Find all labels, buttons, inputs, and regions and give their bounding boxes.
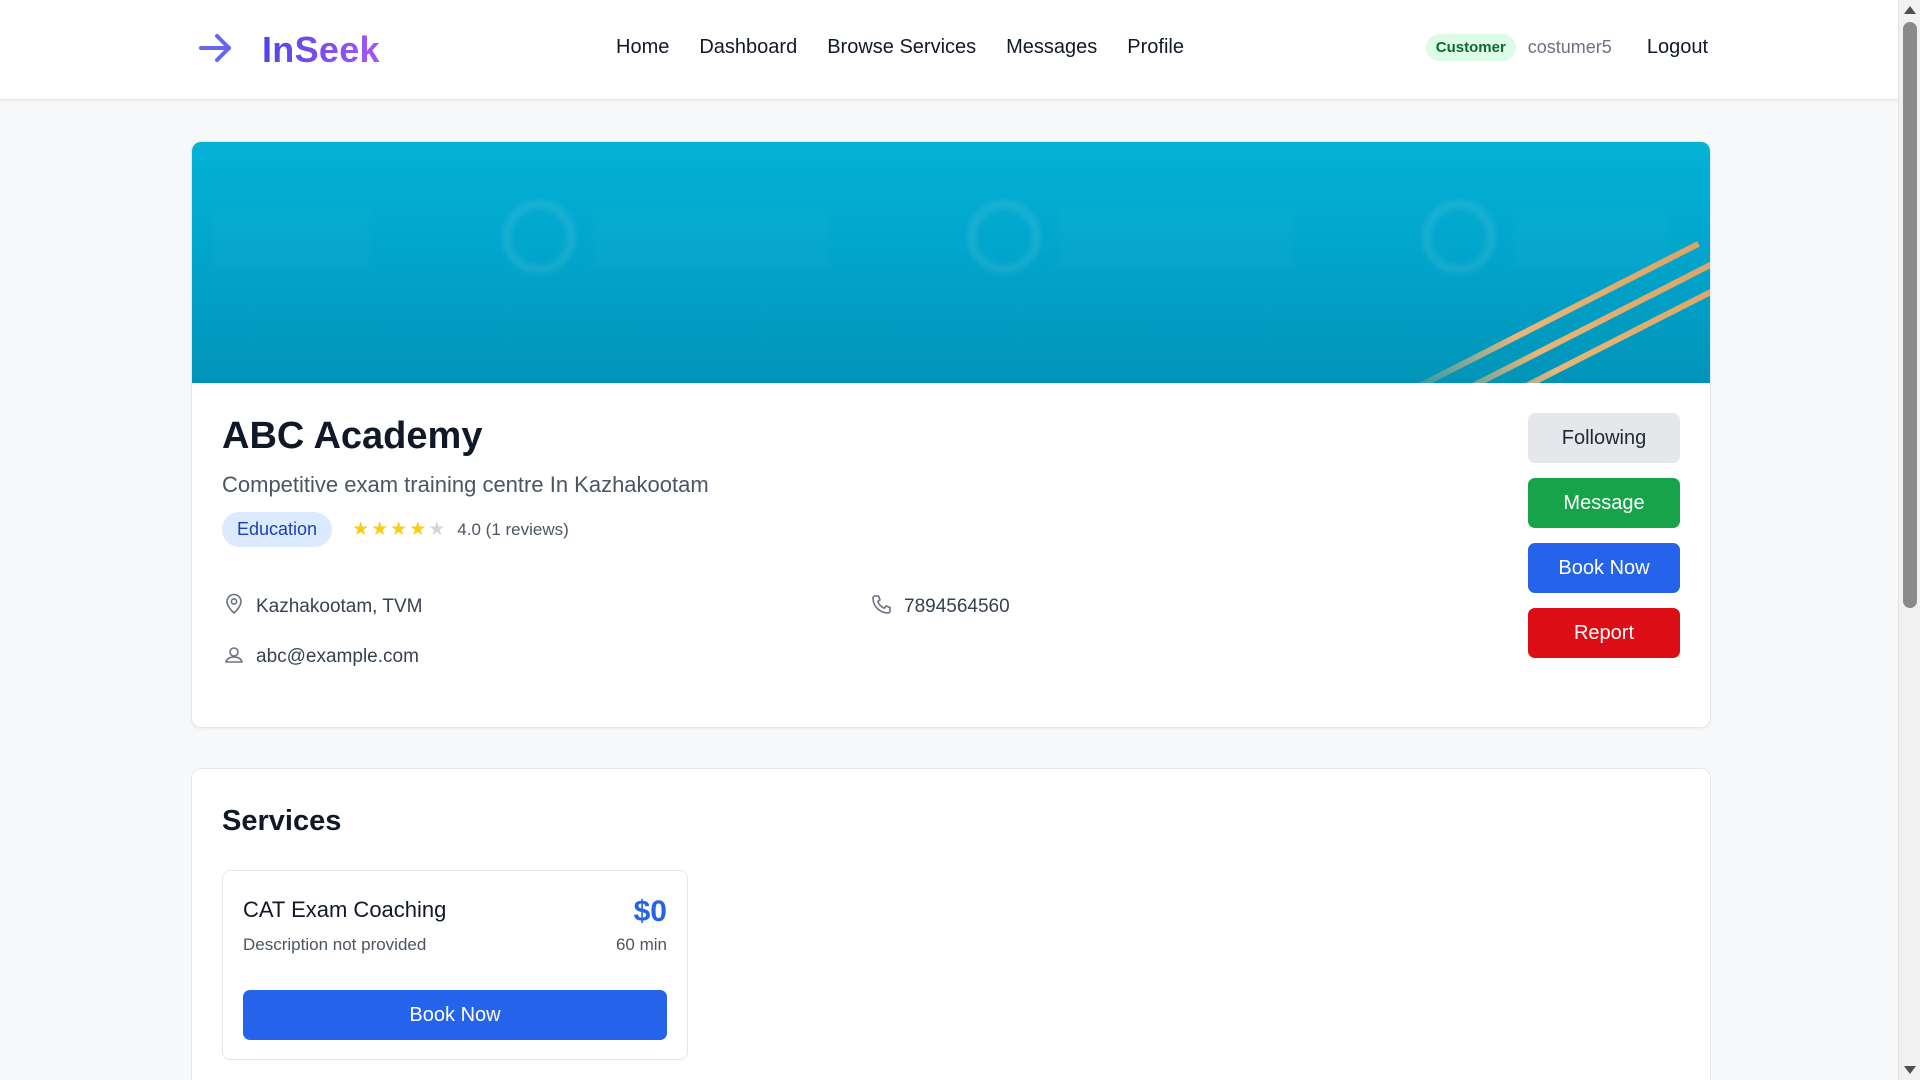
logout-link[interactable]: Logout: [1647, 36, 1708, 59]
banner-watermark: ▒▒▒▒: [212, 203, 371, 266]
phone-icon: [870, 592, 904, 622]
service-price: $0: [633, 895, 667, 928]
provider-name: ABC Academy: [222, 415, 483, 457]
report-button[interactable]: Report: [1528, 608, 1680, 658]
provider-banner-image: ▒▒▒▒▒▒ ▒▒▒▒▒▒ ▒▒▒▒ ▒▒▒▒: [192, 142, 1710, 383]
email-info: abc@example.com: [222, 642, 419, 672]
provider-tagline: Competitive exam training centre In Kazh…: [222, 472, 709, 497]
banner-watermark: ▒▒▒▒▒▒: [592, 203, 831, 266]
user-icon: [222, 642, 256, 672]
banner-stripe: [1434, 275, 1710, 383]
star-icon: ★: [409, 519, 427, 540]
phone-info: 7894564560: [870, 592, 1010, 622]
category-badge: Education: [222, 512, 333, 547]
username: costumer5: [1527, 37, 1612, 57]
nav-browse-services[interactable]: Browse Services: [827, 36, 976, 59]
location-pin-icon: [222, 592, 256, 622]
services-section: Services CAT Exam Coaching Description n…: [191, 768, 1711, 1080]
page-scrollbar[interactable]: [1898, 0, 1920, 1080]
star-icon: ★: [352, 519, 370, 540]
book-now-button[interactable]: Book Now: [1528, 543, 1680, 593]
top-navbar: InSeek Home Dashboard Browse Services Me…: [0, 0, 1898, 100]
service-description: Description not provided: [243, 935, 427, 954]
provider-meta: Education ★ ★ ★ ★ ★ 4.0 (1 reviews): [222, 512, 569, 547]
message-button[interactable]: Message: [1528, 478, 1680, 528]
banner-watermark: ▒▒▒▒▒▒: [1057, 203, 1296, 266]
banner-watermark-logo: [967, 200, 1041, 274]
star-empty-icon: ★: [428, 519, 446, 540]
brand-name: InSeek: [262, 29, 380, 70]
main-nav: Home Dashboard Browse Services Messages …: [616, 36, 1214, 59]
brand-logo[interactable]: InSeek: [196, 28, 380, 72]
provider-profile-card: ▒▒▒▒▒▒ ▒▒▒▒▒▒ ▒▒▒▒ ▒▒▒▒ ABC Academy Comp…: [191, 141, 1711, 728]
services-heading: Services: [222, 805, 342, 837]
rating-stars: ★ ★ ★ ★ ★: [352, 520, 447, 539]
nav-profile[interactable]: Profile: [1127, 36, 1184, 59]
banner-watermark-logo: [502, 200, 576, 274]
service-duration: 60 min: [615, 935, 667, 954]
scroll-up-arrow-icon[interactable]: [1904, 6, 1916, 14]
location-info: Kazhakootam, TVM: [222, 592, 423, 622]
nav-home[interactable]: Home: [616, 36, 669, 59]
service-name: CAT Exam Coaching: [243, 897, 447, 922]
user-area: Customer costumer5 Logout: [1425, 34, 1708, 61]
rating-text: 4.0 (1 reviews): [457, 519, 569, 539]
service-book-now-button[interactable]: Book Now: [243, 990, 667, 1040]
banner-watermark: ▒▒▒▒: [1512, 203, 1671, 266]
role-badge: Customer: [1425, 34, 1516, 61]
location-text: Kazhakootam, TVM: [256, 596, 423, 617]
nav-messages[interactable]: Messages: [1006, 36, 1097, 59]
arrow-right-icon: [196, 28, 236, 73]
star-icon: ★: [371, 519, 389, 540]
service-card: CAT Exam Coaching Description not provid…: [222, 870, 688, 1060]
scroll-down-arrow-icon[interactable]: [1904, 1066, 1916, 1074]
following-button[interactable]: Following: [1528, 413, 1680, 463]
banner-watermark-logo: [1422, 200, 1496, 274]
nav-dashboard[interactable]: Dashboard: [699, 36, 797, 59]
scrollbar-thumb[interactable]: [1903, 22, 1917, 608]
email-text: abc@example.com: [256, 646, 419, 667]
star-icon: ★: [390, 519, 408, 540]
profile-actions: Following Message Book Now Report: [1528, 413, 1680, 673]
phone-text: 7894564560: [904, 596, 1010, 617]
